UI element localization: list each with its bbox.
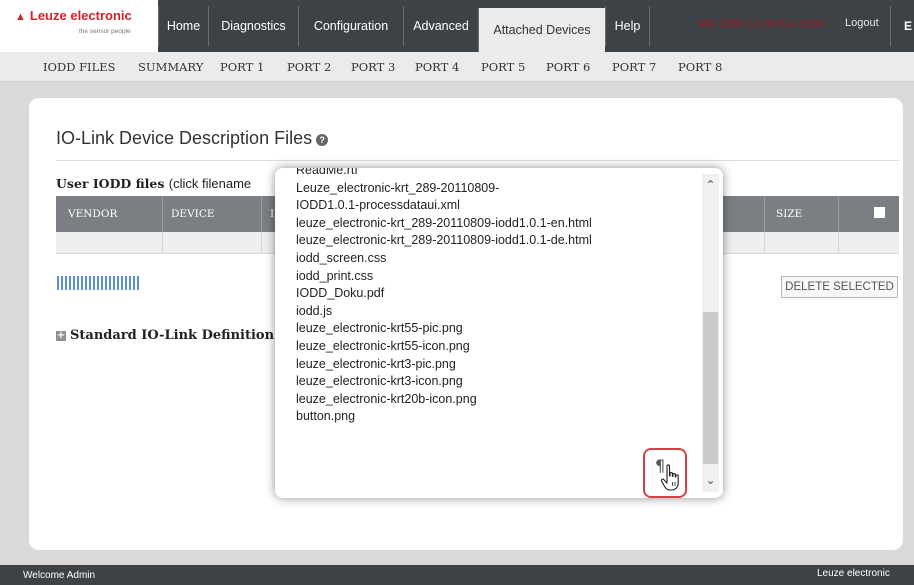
list-item[interactable]: button.png [296,408,696,426]
welcome-text: Welcome Admin [23,570,96,581]
subnav-port-7[interactable]: PORT 7 [612,60,656,74]
delete-selected-button[interactable]: DELETE SELECTED [781,276,898,298]
chevron-up-icon[interactable]: ⌃ [702,176,719,194]
subnav-port-2[interactable]: PORT 2 [287,60,331,74]
language-switch[interactable]: E [890,6,914,46]
standard-defs-label[interactable]: Standard IO-Link Definition [70,328,274,343]
subnav-iodd-files[interactable]: IODD FILES [43,60,116,74]
list-item[interactable]: iodd_print.css [296,268,696,286]
logo-text: Leuze electronic [29,8,132,23]
select-all-checkbox[interactable] [874,207,885,218]
page-title: IO-Link Device Description Files [56,128,313,148]
sub-nav-bar: IODD FILES SUMMARY PORT 1 PORT 2 PORT 3 … [0,52,914,82]
subnav-port-3[interactable]: PORT 3 [351,60,395,74]
list-item[interactable]: IODD1.0.1-processdataui.xml [296,197,696,215]
file-list-popup: ReadMe.rtf Leuze_electronic-krt_289-2011… [275,168,723,498]
scrollbar-thumb[interactable] [703,312,718,464]
list-item[interactable]: leuze_electronic-krt55-icon.png [296,338,696,356]
nav-tab-attached-devices[interactable]: Attached Devices [478,8,605,52]
subnav-port-4[interactable]: PORT 4 [415,60,459,74]
subnav-port-5[interactable]: PORT 5 [481,60,525,74]
list-item[interactable]: Leuze_electronic-krt_289-20110809- [296,180,696,198]
column-header-vendor[interactable]: VENDOR [68,208,117,220]
list-item[interactable]: ReadMe.rtf [296,168,696,180]
column-header-size[interactable]: SIZE [776,208,802,220]
footer-bar: Welcome Admin Leuze electronic [0,565,914,585]
logo-tagline: the sensor people [79,28,131,35]
list-item[interactable]: leuze_electronic-krt_289-20110809-iodd1.… [296,215,696,233]
nav-tab-advanced[interactable]: Advanced [403,6,478,46]
footer-brand: Leuze electronic [817,568,890,579]
brand-logo[interactable]: ▲ Leuze electronic the sensor people [0,0,158,52]
nav-tab-configuration[interactable]: Configuration [298,6,403,46]
show-formatting-button[interactable]: ¶ [643,448,687,498]
device-id: MD-2580-12-8K/L4-283K [698,18,826,30]
list-item[interactable]: IODD_Doku.pdf [296,285,696,303]
title-divider [56,160,899,161]
nav-tab-home[interactable]: Home [158,6,208,46]
subnav-port-6[interactable]: PORT 6 [546,60,590,74]
expand-plus-icon[interactable]: + [56,331,66,341]
subnav-summary[interactable]: SUMMARY [138,60,203,74]
vertical-scrollbar[interactable]: ⌃ ⌄ [702,174,719,492]
user-iodd-heading: User IODD files [56,176,165,191]
nav-tab-diagnostics[interactable]: Diagnostics [208,6,298,46]
list-item[interactable]: leuze_electronic-krt3-pic.png [296,356,696,374]
warning-triangle-icon: ▲ [15,11,26,23]
top-nav-bar: ▲ Leuze electronic the sensor people Home… [0,0,914,52]
column-header-device[interactable]: DEVICE [171,208,215,220]
list-item[interactable]: iodd.js [296,303,696,321]
subnav-port-8[interactable]: PORT 8 [678,60,722,74]
logout-link[interactable]: Logout [845,17,879,29]
list-item[interactable]: leuze_electronic-krt3-icon.png [296,373,696,391]
user-iodd-note: (click filename [168,176,252,191]
list-item[interactable]: iodd_screen.css [296,250,696,268]
list-item[interactable]: leuze_electronic-krt_289-20110809-iodd1.… [296,232,696,250]
chevron-down-icon[interactable]: ⌄ [702,471,719,489]
hand-cursor-icon [660,464,679,491]
help-icon[interactable]: ? [316,134,329,146]
list-item[interactable]: leuze_electronic-krt55-pic.png [296,320,696,338]
list-item[interactable]: leuze_electronic-krt20b-icon.png [296,391,696,409]
subnav-port-1[interactable]: PORT 1 [220,60,264,74]
column-header-iodd[interactable]: I [270,208,274,220]
upload-progress-bar [57,276,139,290]
nav-tab-help[interactable]: Help [605,6,650,46]
file-list: ReadMe.rtf Leuze_electronic-krt_289-2011… [296,168,696,426]
